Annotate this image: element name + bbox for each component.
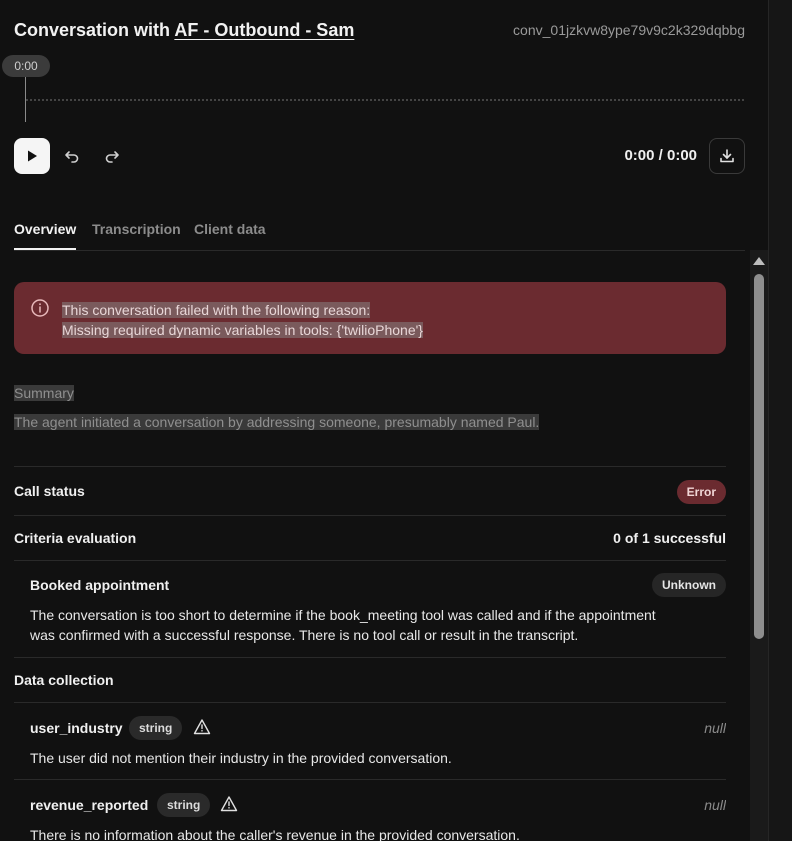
criterion-description: The conversation is too short to determi… [30,605,720,645]
right-panel-edge [768,0,792,841]
audio-waveform[interactable] [26,99,744,101]
data-collection-label: Data collection [14,672,114,688]
rewind-button[interactable] [60,144,84,168]
play-button[interactable] [14,138,50,174]
status-badge: Error [676,480,726,504]
scroll-thumb[interactable] [754,274,764,639]
summary-text: The agent initiated a conversation by ad… [14,414,540,430]
criteria-result: 0 of 1 successful [613,530,726,546]
tab-client-data[interactable]: Client data [194,214,266,248]
tab-bar: Overview Transcription Client data [14,214,745,251]
field-name: revenue_reported [30,797,149,813]
tab-overview[interactable]: Overview [14,214,77,250]
criterion-status-badge: Unknown [652,573,726,597]
criteria-label: Criteria evaluation [14,530,137,546]
info-icon [31,299,49,317]
summary-body: The agent initiated a conversation by ad… [14,414,540,430]
conversation-id: conv_01jzkvw8ype79v9c2k329dqbbg [513,22,745,38]
call-status-row: Call status Error [14,466,726,515]
summary-label: Summary [14,385,74,401]
player-controls: 0:00 / 0:00 [14,138,745,174]
field-name: user_industry [30,720,123,736]
download-button[interactable] [709,138,745,174]
warning-icon[interactable] [220,795,238,813]
field-type-pill: string [129,716,183,740]
undo-icon [65,151,79,163]
data-collection-row: Data collection [14,657,726,702]
error-line-2: Missing required dynamic variables in to… [62,322,423,338]
redo-icon [105,151,119,163]
play-icon [28,150,37,162]
field-description: The user did not mention their industry … [30,750,452,766]
criterion-title: Booked appointment [30,577,170,593]
criteria-row: Criteria evaluation 0 of 1 successful [14,515,726,560]
call-status-label: Call status [14,483,85,499]
title-prefix: Conversation with [14,19,175,40]
warning-icon[interactable] [193,718,211,736]
criterion-item[interactable]: Booked appointment Unknown The conversat… [14,560,726,657]
download-icon [720,149,734,163]
error-message: This conversation failed with the follow… [62,300,423,340]
data-field-row[interactable]: revenue_reported string null There is no… [14,779,726,841]
field-type-pill: string [157,793,211,817]
page-header: Conversation with AF - Outbound - Sam co… [14,16,745,44]
criterion-desc-line-2: was confirmed with a successful response… [30,627,579,643]
summary-heading: Summary [14,385,74,401]
agent-link[interactable]: AF - Outbound - Sam [174,20,354,40]
scrollbar[interactable] [750,250,768,841]
playhead-time-chip[interactable]: 0:00 [2,55,50,77]
page-title: Conversation with AF - Outbound - Sam [14,20,354,41]
field-description: There is no information about the caller… [30,827,520,841]
error-line-1: This conversation failed with the follow… [62,302,371,318]
criterion-desc-line-1: The conversation is too short to determi… [30,607,656,623]
time-readout: 0:00 / 0:00 [624,147,697,164]
scroll-up-arrow[interactable] [753,257,765,265]
field-value: null [704,797,726,813]
data-field-row[interactable]: user_industry string null The user did n… [14,702,726,779]
overview-panel: This conversation failed with the follow… [14,250,726,841]
error-banner: This conversation failed with the follow… [14,282,726,354]
tab-transcription[interactable]: Transcription [92,214,181,248]
forward-button[interactable] [100,144,124,168]
field-value: null [704,720,726,736]
